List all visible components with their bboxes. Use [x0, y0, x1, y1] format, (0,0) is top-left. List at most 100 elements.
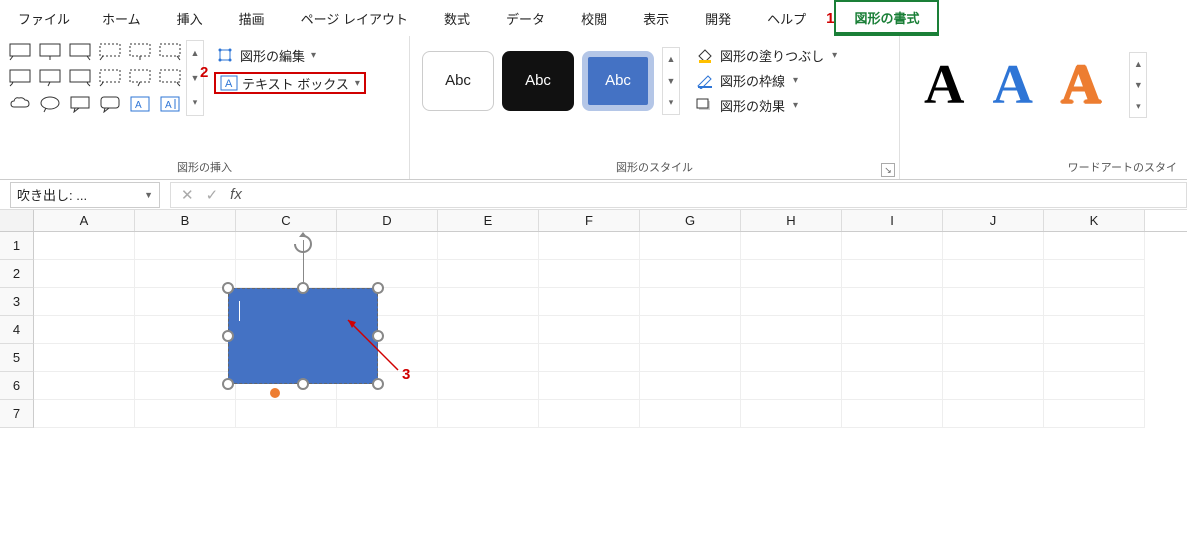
shape-callout-3[interactable] — [66, 40, 94, 64]
shape-style-preset-2[interactable]: Abc — [502, 51, 574, 111]
shape-style-up[interactable]: ▲ — [663, 48, 679, 70]
cell[interactable] — [337, 232, 438, 260]
shape-style-preset-1[interactable]: Abc — [422, 51, 494, 111]
cell[interactable] — [135, 400, 236, 428]
cell[interactable] — [438, 400, 539, 428]
cell[interactable] — [34, 260, 135, 288]
row-header[interactable]: 3 — [0, 288, 34, 316]
cell[interactable] — [1044, 260, 1145, 288]
cell[interactable] — [135, 344, 236, 372]
shape-textbox-h[interactable]: A — [126, 92, 154, 116]
cell[interactable] — [842, 232, 943, 260]
cell[interactable] — [236, 232, 337, 260]
cell[interactable] — [1044, 400, 1145, 428]
shape-callout-8[interactable] — [36, 66, 64, 90]
tab-data[interactable]: データ — [488, 0, 563, 36]
cell[interactable] — [741, 232, 842, 260]
col-header[interactable]: H — [741, 210, 842, 231]
shape-gallery-up[interactable]: ▲ — [187, 41, 203, 66]
cell[interactable] — [539, 400, 640, 428]
cell[interactable] — [34, 400, 135, 428]
text-box-button[interactable]: A テキスト ボックス ▾ — [214, 72, 366, 94]
shape-gallery-more[interactable]: ▾ — [187, 90, 203, 115]
cell[interactable] — [741, 288, 842, 316]
shape-textbox-v[interactable]: A — [156, 92, 184, 116]
shape-callout-7[interactable] — [6, 66, 34, 90]
tab-home[interactable]: ホーム — [84, 0, 159, 36]
cell[interactable] — [539, 316, 640, 344]
cell[interactable] — [438, 260, 539, 288]
shape-style-down[interactable]: ▼ — [663, 70, 679, 92]
wordart-up[interactable]: ▲ — [1130, 53, 1146, 74]
resize-handle-b[interactable] — [297, 378, 309, 390]
resize-handle-l[interactable] — [222, 330, 234, 342]
cell[interactable] — [943, 288, 1044, 316]
name-box-dropdown[interactable]: ▼ — [144, 190, 153, 200]
enter-formula-button[interactable]: ✓ — [206, 186, 219, 204]
cell[interactable] — [640, 372, 741, 400]
formula-input[interactable] — [254, 183, 1176, 207]
cell[interactable] — [539, 344, 640, 372]
col-header[interactable]: B — [135, 210, 236, 231]
cell[interactable] — [135, 288, 236, 316]
shape-callout-5[interactable] — [126, 40, 154, 64]
shape-cloud-callout[interactable] — [6, 92, 34, 116]
resize-handle-tr[interactable] — [372, 282, 384, 294]
resize-handle-tl[interactable] — [222, 282, 234, 294]
shape-callout-2[interactable] — [36, 40, 64, 64]
cell[interactable] — [842, 372, 943, 400]
cell[interactable] — [539, 372, 640, 400]
tab-view[interactable]: 表示 — [625, 0, 687, 36]
shape-callout-12[interactable] — [156, 66, 184, 90]
col-header[interactable]: J — [943, 210, 1044, 231]
tab-developer[interactable]: 開発 — [687, 0, 749, 36]
shape-oval-callout[interactable] — [36, 92, 64, 116]
cell[interactable] — [438, 288, 539, 316]
shape-style-preset-3[interactable]: Abc — [582, 51, 654, 111]
col-header[interactable]: A — [34, 210, 135, 231]
tab-insert[interactable]: 挿入 — [159, 0, 221, 36]
shape-callout-9[interactable] — [66, 66, 94, 90]
shape-round-rect-callout[interactable] — [96, 92, 124, 116]
row-header[interactable]: 2 — [0, 260, 34, 288]
cell[interactable] — [34, 372, 135, 400]
shape-outline-button[interactable]: 図形の枠線 ▾ — [696, 71, 837, 90]
tab-shape-format[interactable]: 図形の書式 — [834, 0, 939, 36]
cell[interactable] — [135, 372, 236, 400]
cell[interactable] — [640, 344, 741, 372]
cell[interactable] — [842, 400, 943, 428]
wordart-preset-2[interactable]: A — [992, 53, 1032, 117]
resize-handle-bl[interactable] — [222, 378, 234, 390]
cell[interactable] — [640, 316, 741, 344]
row-header[interactable]: 5 — [0, 344, 34, 372]
row-header[interactable]: 6 — [0, 372, 34, 400]
cell[interactable] — [34, 288, 135, 316]
resize-handle-t[interactable] — [297, 282, 309, 294]
shape-styles-dialog-launcher[interactable]: ↘ — [881, 163, 895, 177]
cell[interactable] — [640, 232, 741, 260]
cell[interactable] — [943, 316, 1044, 344]
cell[interactable] — [236, 400, 337, 428]
cell[interactable] — [34, 316, 135, 344]
tab-help[interactable]: ヘルプ — [749, 0, 824, 36]
cell[interactable] — [236, 260, 337, 288]
cell[interactable] — [741, 400, 842, 428]
tab-page-layout[interactable]: ページ レイアウト — [283, 0, 426, 36]
shape-fill-button[interactable]: 図形の塗りつぶし ▾ — [696, 46, 837, 65]
cell[interactable] — [1044, 232, 1145, 260]
cell[interactable] — [741, 344, 842, 372]
cell[interactable] — [1044, 288, 1145, 316]
shape-callout-4[interactable] — [96, 40, 124, 64]
cell[interactable] — [741, 316, 842, 344]
cell[interactable] — [438, 372, 539, 400]
tab-draw[interactable]: 描画 — [221, 0, 283, 36]
cell[interactable] — [640, 288, 741, 316]
cell[interactable] — [943, 232, 1044, 260]
adjustment-handle[interactable] — [270, 388, 280, 398]
cell[interactable] — [438, 316, 539, 344]
cell[interactable] — [337, 260, 438, 288]
shape-callout-11[interactable] — [126, 66, 154, 90]
cell[interactable] — [135, 316, 236, 344]
select-all-corner[interactable] — [0, 210, 34, 231]
cancel-formula-button[interactable]: ✕ — [181, 186, 194, 204]
